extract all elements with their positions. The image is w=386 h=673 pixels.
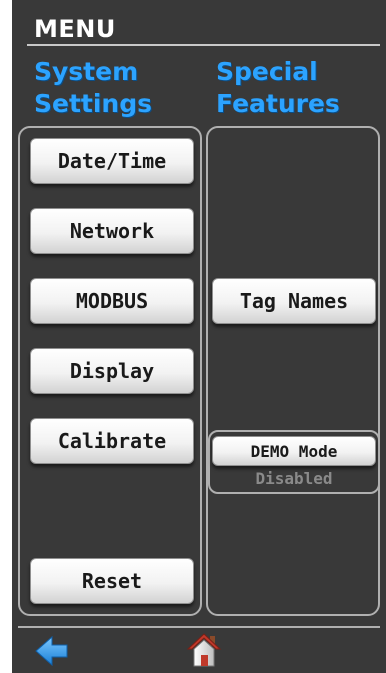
menu-title: MENU [34, 15, 116, 43]
system-settings-header-line2: Settings [34, 89, 153, 118]
tag-names-button[interactable]: Tag Names [212, 278, 376, 324]
system-settings-header: System Settings [34, 56, 152, 120]
display-button[interactable]: Display [30, 348, 194, 394]
menu-screen: MENU System Settings Special Features Da… [12, 0, 386, 673]
system-settings-header-line1: System [34, 57, 139, 86]
demo-mode-status: Disabled [255, 469, 333, 488]
network-button[interactable]: Network [30, 208, 194, 254]
demo-mode-button[interactable]: DEMO Mode [212, 436, 376, 466]
special-features-header: Special Features [216, 56, 340, 120]
modbus-button[interactable]: MODBUS [30, 278, 194, 324]
bottom-divider [18, 626, 380, 628]
home-icon[interactable] [186, 632, 222, 668]
special-features-header-line2: Features [216, 89, 340, 118]
date-time-button[interactable]: Date/Time [30, 138, 194, 184]
reset-button[interactable]: Reset [30, 558, 194, 604]
special-features-header-line1: Special [216, 57, 318, 86]
special-features-panel [206, 126, 380, 616]
back-arrow-icon[interactable] [34, 634, 70, 668]
title-divider [27, 44, 380, 46]
calibrate-button[interactable]: Calibrate [30, 418, 194, 464]
